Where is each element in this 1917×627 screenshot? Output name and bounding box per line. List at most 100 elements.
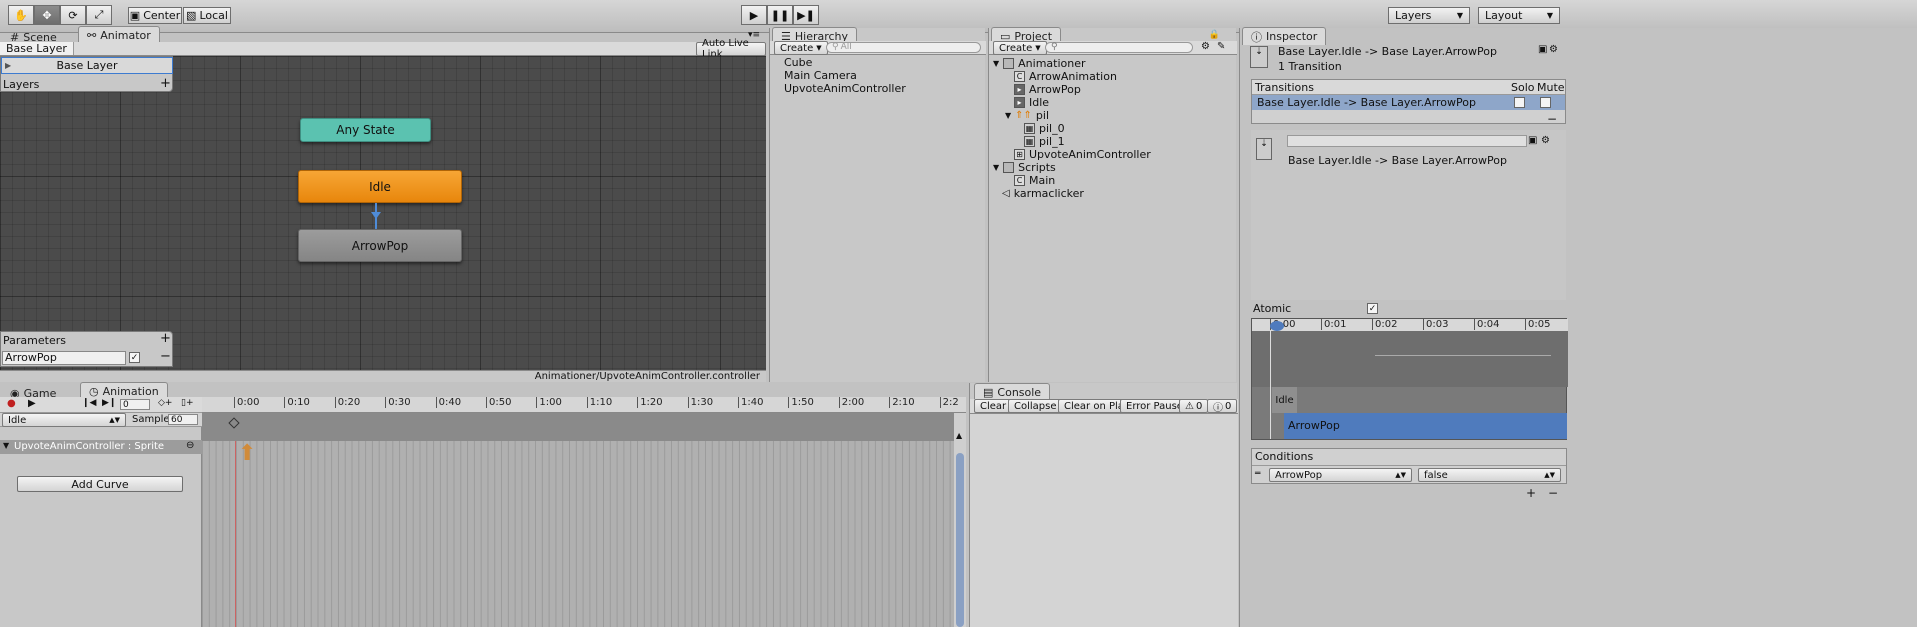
add-condition-button[interactable]: + [1526, 486, 1536, 500]
hierarchy-item[interactable]: Cube [784, 56, 812, 69]
project-item-karmaclicker[interactable]: ◁ karmaclicker [1002, 187, 1084, 200]
hierarchy-create-button[interactable]: Create ▼ [774, 41, 828, 55]
next-key-icon[interactable]: ▶❙ [102, 398, 116, 408]
console-warn-toggle[interactable]: ⚠ 0 [1179, 399, 1209, 413]
console-error-toggle[interactable]: ⓘ 0 [1207, 399, 1238, 414]
transition-arrow-icon [371, 212, 381, 219]
ruler-tick-label: 2:10 [889, 397, 915, 408]
parameter-name-field[interactable]: ArrowPop [2, 351, 126, 365]
hand-tool-button[interactable]: ✋ [8, 5, 34, 25]
script-icon: C [1014, 71, 1025, 82]
lock-icon[interactable]: 🔒 [1209, 30, 1220, 40]
breadcrumb[interactable]: Base Layer [0, 42, 74, 55]
add-keyframe-icon[interactable]: ◇+ [158, 398, 172, 408]
reference-icon[interactable]: ▣ [1528, 135, 1537, 146]
hierarchy-item[interactable]: UpvoteAnimController [784, 82, 906, 95]
dopesheet-area[interactable] [202, 441, 954, 627]
ruler-tick-label: 1:30 [687, 397, 713, 408]
atomic-checkbox[interactable]: ✓ [1367, 303, 1378, 314]
ruler-tick-label: 0:20 [334, 397, 360, 408]
clip-dropdown[interactable]: Idle ▲▼ [2, 413, 126, 427]
console-log-area[interactable] [970, 414, 1238, 627]
project-item-pil[interactable]: ▼ ⇑⇑ pil [1005, 109, 1049, 122]
ruler-tick-label: 1:50 [788, 397, 814, 408]
animation-timeline[interactable]: 0:00 0:10 0:20 0:30 0:40 0:50 1:00 1:10 1:20 1:30… [202, 397, 966, 627]
add-event-icon[interactable]: ▯+ [181, 398, 194, 408]
animation-sidebar: ● ▶ ❙◀ ▶❙ 0 ◇+ ▯+ Idle ▲▼ Sample 60 ▼ Upv… [0, 397, 202, 627]
hierarchy-item[interactable]: Main Camera [784, 69, 857, 82]
gear-icon[interactable]: ⚙ [1549, 44, 1558, 55]
timeline-arrowpop-bar[interactable]: ArrowPop [1284, 413, 1567, 439]
prev-key-icon[interactable]: ❙◀ [82, 398, 96, 408]
project-folder-scripts[interactable]: ▼ Scripts [993, 161, 1056, 174]
pivot-center-button[interactable]: ▣ Center [128, 7, 182, 24]
scrollbar-thumb[interactable] [956, 453, 964, 627]
gear-icon[interactable]: ⚙ [1541, 135, 1550, 146]
property-row[interactable]: ▼ UpvoteAnimController : Sprite ⊖ [0, 440, 202, 454]
hierarchy-search-input[interactable]: ⚲ All [826, 42, 981, 53]
solo-checkbox[interactable] [1514, 97, 1525, 108]
timeline-idle-bar[interactable]: Idle [1272, 387, 1297, 413]
transition-name-field[interactable] [1287, 135, 1527, 147]
scroll-up-icon[interactable]: ▲ [956, 431, 962, 440]
transition-timeline[interactable]: 0:00 0:01 0:02 0:03 0:04 0:05 Idle ArrowPop [1251, 318, 1568, 440]
dropdown-arrow-icon: ▼ [816, 44, 822, 52]
mute-checkbox[interactable] [1540, 97, 1551, 108]
remove-property-icon[interactable]: ⊖ [186, 440, 194, 451]
move-tool-button[interactable]: ✥ [34, 5, 60, 25]
project-item-main[interactable]: C Main [1014, 174, 1055, 187]
space-local-button[interactable]: ▧ Local [183, 7, 231, 24]
rotate-tool-button[interactable]: ⟳ [60, 5, 86, 25]
play-icon[interactable]: ▶ [28, 398, 36, 409]
scale-tool-button[interactable]: ⤢ [86, 5, 112, 25]
sample-label: Sample [132, 414, 170, 425]
animator-graph[interactable]: ▶ Base Layer Layers + Any State Idle Arr… [0, 56, 766, 370]
layout-dropdown[interactable]: Layout ▼ [1478, 7, 1560, 24]
project-create-button[interactable]: Create ▼ [993, 41, 1047, 55]
state-arrowpop[interactable]: ArrowPop [298, 229, 462, 262]
add-curve-button[interactable]: Add Curve [17, 476, 183, 492]
console-clear-button[interactable]: Clear [974, 399, 1013, 413]
auto-live-link-button[interactable]: Auto Live Link [696, 38, 766, 60]
add-layer-button[interactable]: + [160, 76, 171, 91]
frame-input[interactable]: 0 [120, 399, 150, 410]
transition-row[interactable]: Base Layer.Idle -> Base Layer.ArrowPop [1252, 95, 1565, 110]
state-any-state[interactable]: Any State [300, 118, 431, 142]
reference-icon[interactable]: ▣ [1538, 44, 1547, 55]
condition-value-dropdown[interactable]: false ▲▼ [1418, 468, 1561, 482]
drag-handle-icon[interactable]: ═ [1255, 469, 1260, 479]
divider [1252, 465, 1566, 466]
filter-label-icon[interactable]: ✎ [1217, 41, 1225, 52]
step-button[interactable]: ▶❚ [793, 5, 819, 25]
console-collapse-button[interactable]: Collapse [1008, 399, 1063, 413]
sample-input[interactable]: 60 [168, 414, 198, 425]
record-icon[interactable]: ● [7, 398, 16, 409]
filter-type-icon[interactable]: ⚙ [1201, 41, 1210, 52]
project-item-idle[interactable]: ▸ Idle [1014, 96, 1049, 109]
project-item-upvote-controller[interactable]: ⊞ UpvoteAnimController [1014, 148, 1151, 161]
play-button[interactable]: ▶ [741, 5, 767, 25]
project-item-pil1[interactable]: ▦ pil_1 [1024, 135, 1065, 148]
timeline-curve-line [1375, 355, 1551, 356]
playhead[interactable] [235, 441, 236, 627]
tab-inspector[interactable]: ⓘ Inspector [1242, 27, 1327, 45]
layer-item-base[interactable]: ▶ Base Layer [1, 57, 173, 74]
timeline-handle-start[interactable] [1270, 321, 1284, 331]
condition-parameter-dropdown[interactable]: ArrowPop ▲▼ [1269, 468, 1412, 482]
parameter-value-checkbox[interactable]: ✓ [129, 352, 140, 363]
pause-button[interactable]: ❚❚ [767, 5, 793, 25]
add-parameter-button[interactable]: + [160, 331, 171, 346]
layers-dropdown[interactable]: Layers ▼ [1388, 7, 1470, 24]
project-search-input[interactable]: ⚲ [1045, 42, 1193, 53]
project-item-arrowanimation[interactable]: C ArrowAnimation [1014, 70, 1117, 83]
remove-parameter-button[interactable]: − [160, 349, 171, 364]
project-item-pil0[interactable]: ▦ pil_0 [1024, 122, 1065, 135]
project-folder-animationer[interactable]: ▼ Animationer [993, 57, 1086, 70]
state-idle[interactable]: Idle [298, 170, 462, 203]
remove-transition-button[interactable]: − [1547, 112, 1557, 126]
timeline-scrollbar[interactable]: ▲ [954, 413, 966, 627]
animator-footer: Animationer/UpvoteAnimController.control… [0, 370, 766, 382]
project-item-arrowpop[interactable]: ▸ ArrowPop [1014, 83, 1081, 96]
ruler-tick-label: 0:40 [435, 397, 461, 408]
remove-condition-button[interactable]: − [1548, 486, 1558, 500]
